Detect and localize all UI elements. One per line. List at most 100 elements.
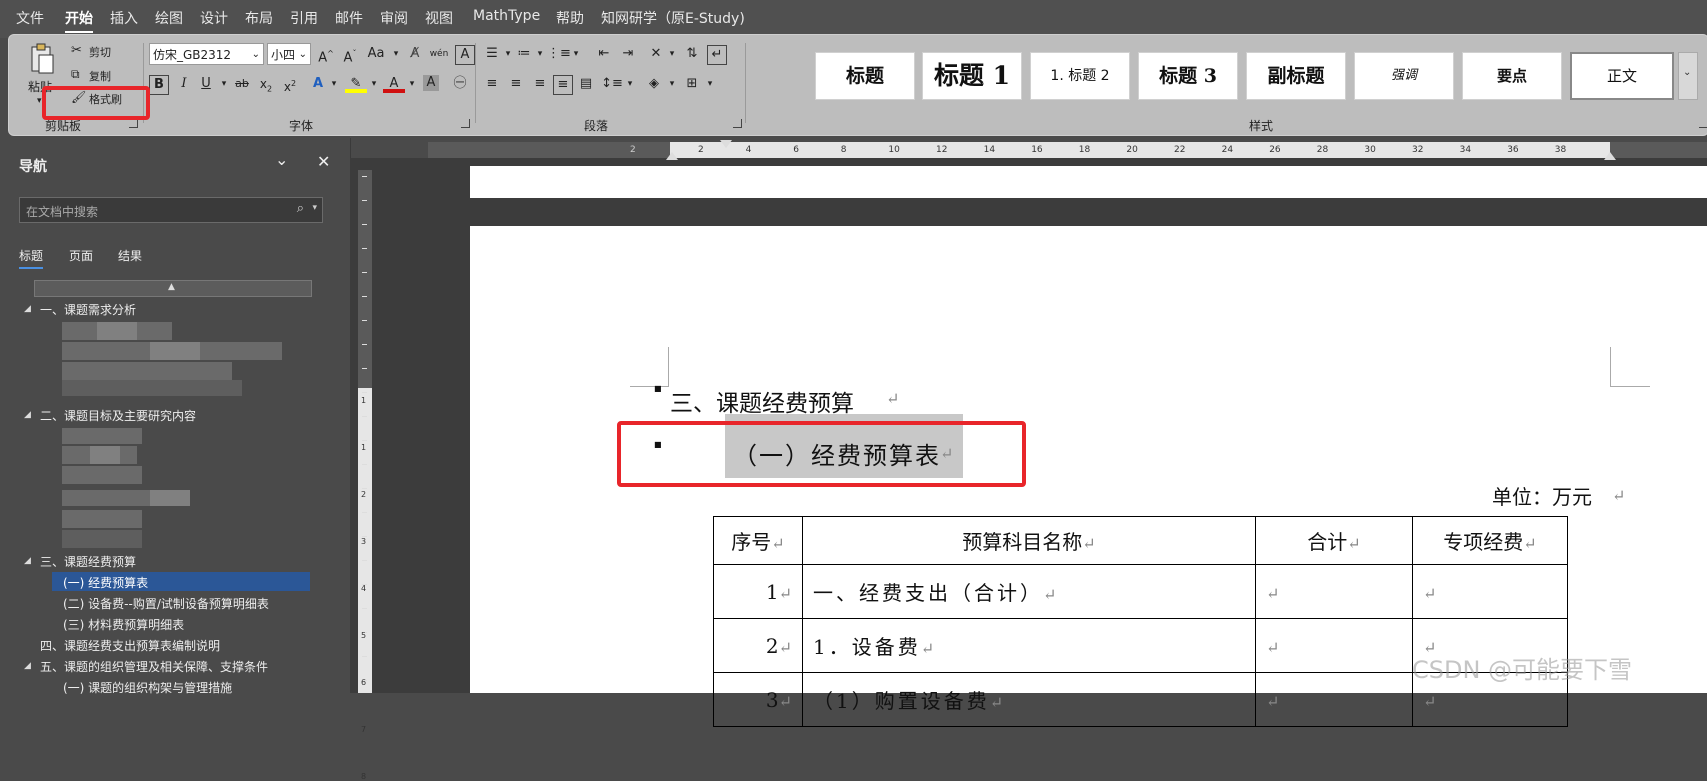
cut-icon[interactable]: ✂	[71, 43, 82, 58]
menu-layout[interactable]: 布局	[245, 8, 273, 28]
character-shading-icon[interactable]: A	[423, 75, 439, 91]
table-cell[interactable]: 1↵	[713, 564, 803, 619]
paste-dropdown-icon[interactable]: ▾	[37, 96, 42, 106]
collapse-icon[interactable]: ◢	[24, 410, 31, 420]
shrink-font-icon[interactable]: Aˇ	[339, 43, 361, 65]
table-cell[interactable]: ↵	[1255, 672, 1413, 727]
table-cell[interactable]: ↵	[1255, 618, 1413, 673]
left-indent-marker[interactable]	[666, 152, 678, 160]
right-indent-marker[interactable]	[1604, 152, 1616, 160]
italic-icon[interactable]: I	[173, 73, 195, 95]
cut-button[interactable]: 剪切	[89, 44, 111, 60]
chevron-down-icon[interactable]: ▾	[619, 73, 641, 95]
table-cell[interactable]: 一、经费支出（合计）↵	[802, 564, 1256, 619]
nav-item[interactable]: (三) 材料费预算明细表	[63, 616, 184, 633]
tab-headings[interactable]: 标题	[19, 247, 43, 264]
table-header-cell[interactable]: 序号↵	[713, 516, 803, 565]
justify-icon[interactable]: ≡	[553, 75, 573, 95]
copy-button[interactable]: 复制	[89, 68, 111, 84]
table-cell[interactable]: 1．设备费↵	[802, 618, 1256, 673]
style-heading-3[interactable]: 标题 3	[1138, 52, 1238, 100]
table-cell[interactable]: 3↵	[713, 672, 803, 727]
chevron-down-icon[interactable]: ▾	[363, 73, 385, 95]
chevron-down-icon[interactable]: ▾	[699, 73, 721, 95]
table-header-cell[interactable]: 专项经费↵	[1412, 516, 1568, 565]
style-normal[interactable]: 正文	[1570, 52, 1674, 100]
character-border-icon[interactable]: A	[455, 45, 475, 65]
menu-file[interactable]: 文件	[16, 8, 44, 28]
nav-item[interactable]: 五、课题的组织管理及相关保障、支撑条件	[40, 658, 268, 675]
sort-icon[interactable]: ⇅	[681, 43, 703, 65]
first-line-indent-marker[interactable]	[720, 140, 732, 148]
chevron-down-icon[interactable]: ▾	[312, 203, 317, 213]
table-header-cell[interactable]: 预算科目名称↵	[802, 516, 1256, 565]
chevron-down-icon[interactable]: ▾	[565, 43, 587, 65]
nav-item[interactable]: 四、课题经费支出预算表编制说明	[40, 637, 220, 654]
menu-review[interactable]: 审阅	[380, 8, 408, 28]
style-subtitle[interactable]: 副标题	[1246, 52, 1346, 100]
distributed-icon[interactable]: ▤	[575, 73, 597, 95]
collapse-icon[interactable]: ◢	[24, 661, 31, 671]
nav-item[interactable]: 二、课题目标及主要研究内容	[40, 407, 196, 424]
table-cell[interactable]: 2↵	[713, 618, 803, 673]
menu-home[interactable]: 开始	[65, 8, 93, 33]
enclose-characters-icon[interactable]: ㊀	[449, 73, 471, 95]
search-icon[interactable]: ⌕	[297, 201, 304, 216]
collapse-icon[interactable]: ◢	[24, 304, 31, 314]
font-launcher-icon[interactable]	[461, 119, 470, 128]
doc-heading[interactable]: 三、课题经费预算	[670, 384, 854, 418]
bold-icon[interactable]: B	[149, 75, 169, 95]
nav-options-chevron-icon[interactable]: ⌄	[275, 150, 288, 169]
paste-icon[interactable]	[29, 43, 55, 75]
increase-indent-icon[interactable]: ⇥	[617, 43, 639, 65]
table-cell[interactable]: ↵	[1412, 564, 1568, 619]
clipboard-launcher-icon[interactable]	[129, 119, 138, 128]
menu-view[interactable]: 视图	[425, 8, 453, 28]
menu-mathtype[interactable]: MathType	[473, 8, 540, 24]
copy-icon[interactable]: ⧉	[71, 67, 80, 82]
paragraph-launcher-icon[interactable]	[733, 119, 742, 128]
decrease-indent-icon[interactable]: ⇤	[593, 43, 615, 65]
nav-search-input[interactable]: 在文档中搜索 ⌕ ▾	[19, 197, 323, 223]
change-case-icon[interactable]: Aa	[365, 43, 387, 65]
tab-pages[interactable]: 页面	[69, 247, 93, 264]
show-marks-icon[interactable]: ↵	[707, 45, 727, 65]
menu-references[interactable]: 引用	[290, 8, 318, 28]
table-header-cell[interactable]: 合计↵	[1255, 516, 1413, 565]
menu-design[interactable]: 设计	[200, 8, 228, 28]
menu-estudy[interactable]: 知网研学（原E-Study)	[601, 8, 745, 28]
collapse-icon[interactable]: ◢	[24, 556, 31, 566]
subscript-icon[interactable]: x2	[255, 73, 277, 95]
clear-format-icon[interactable]: A̸	[404, 43, 426, 65]
chevron-down-icon[interactable]: ▾	[661, 73, 683, 95]
strikethrough-icon[interactable]: ab	[231, 73, 253, 95]
style-gallery-more-button[interactable]: ⌄	[1678, 52, 1698, 100]
nav-scroll-up-button[interactable]: ▲	[34, 280, 312, 297]
nav-item[interactable]: 一、课题需求分析	[40, 301, 136, 318]
styles-launcher-icon[interactable]	[1699, 119, 1707, 128]
chevron-down-icon[interactable]: ▾	[401, 73, 423, 95]
close-icon[interactable]: ✕	[317, 152, 330, 171]
grow-font-icon[interactable]: A^	[315, 43, 337, 65]
superscript-icon[interactable]: x2	[279, 73, 301, 95]
style-title[interactable]: 标题	[815, 52, 915, 100]
style-heading-1[interactable]: 标题 1	[922, 52, 1022, 100]
font-size-select[interactable]: 小四 ⌄	[267, 43, 311, 65]
style-heading-2[interactable]: 1. 标题 2	[1030, 52, 1130, 100]
tab-results[interactable]: 结果	[118, 247, 142, 264]
font-name-select[interactable]: 仿宋_GB2312 ⌄	[149, 43, 264, 65]
nav-item[interactable]: 三、课题经费预算	[40, 553, 136, 570]
table-cell[interactable]: ↵	[1255, 564, 1413, 619]
align-left-icon[interactable]: ≡	[481, 73, 503, 95]
align-center-icon[interactable]: ≡	[505, 73, 527, 95]
table-cell[interactable]: （1）购置设备费↵	[802, 672, 1256, 727]
chevron-down-icon[interactable]: ▾	[661, 43, 683, 65]
align-right-icon[interactable]: ≡	[529, 73, 551, 95]
style-strong[interactable]: 要点	[1462, 52, 1562, 100]
menu-help[interactable]: 帮助	[556, 8, 584, 28]
menu-mailings[interactable]: 邮件	[335, 8, 363, 28]
menu-draw[interactable]: 绘图	[155, 8, 183, 28]
nav-item-selected[interactable]: (一) 经费预算表	[52, 572, 310, 591]
menu-insert[interactable]: 插入	[110, 8, 138, 28]
nav-item[interactable]: (一) 课题的组织构架与管理措施	[63, 679, 232, 696]
